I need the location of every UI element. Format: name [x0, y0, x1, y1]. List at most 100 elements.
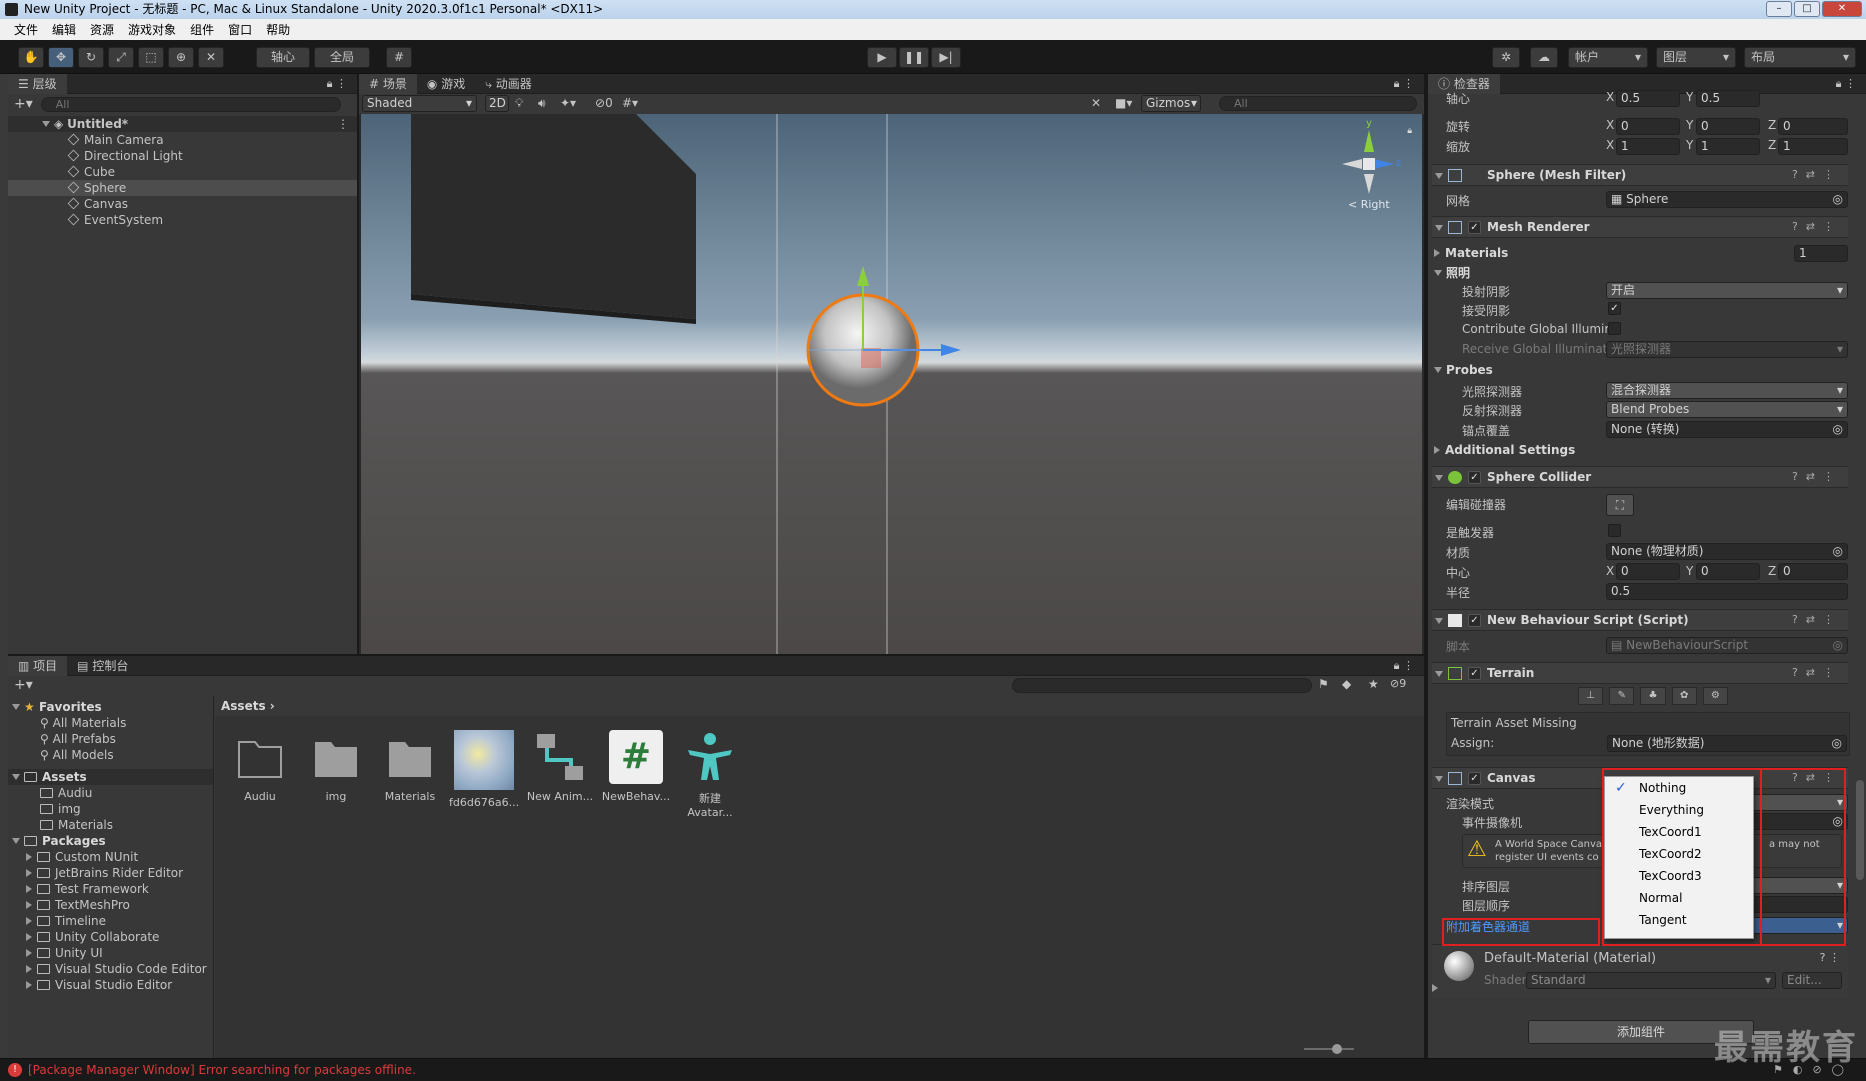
hierarchy-search-input[interactable]	[40, 96, 341, 112]
create-add-icon[interactable]: +▾	[14, 96, 33, 112]
tab-console[interactable]: ▤ 控制台	[67, 656, 138, 676]
component-menu-icon[interactable]: ?⇄⋮	[1792, 666, 1842, 679]
rotate-tool-icon[interactable]: ↻	[78, 47, 104, 68]
grid-snap-icon[interactable]: #	[386, 47, 412, 68]
package-item[interactable]: TextMeshPro	[8, 897, 213, 913]
tab-project[interactable]: ▥ 项目	[8, 655, 68, 676]
grid-toggle-icon[interactable]: #▾	[622, 96, 638, 110]
assets-header[interactable]: Assets	[8, 769, 213, 785]
receive-shadows-checkbox[interactable]: ✓	[1608, 302, 1621, 315]
package-item[interactable]: Custom NUnit	[8, 849, 213, 865]
dropdown-option[interactable]: Normal	[1605, 887, 1753, 909]
custom-tool-icon[interactable]: ✕	[198, 47, 224, 68]
dropdown-option[interactable]: Tangent	[1605, 909, 1753, 931]
component-menu-icon[interactable]: ?⇄⋮	[1792, 220, 1842, 233]
favorite-item[interactable]: ⚲ All Materials	[8, 715, 213, 731]
account-dropdown[interactable]: 帐户 ▾	[1568, 47, 1648, 68]
menu-window[interactable]: 窗口	[228, 21, 252, 38]
inspector-scrollbar[interactable]	[1856, 780, 1864, 880]
asset-item[interactable]: 新建 Avatar...	[675, 730, 745, 819]
rotation-x-field[interactable]: 0	[1616, 118, 1680, 135]
assets-folder-item[interactable]: Materials	[8, 817, 213, 833]
package-item[interactable]: JetBrains Rider Editor	[8, 865, 213, 881]
favorite-star-icon[interactable]: ★	[1368, 677, 1379, 691]
audio-toggle-icon[interactable]: 🔊︎	[538, 96, 546, 111]
search-by-type-icon[interactable]: ⚑	[1318, 677, 1329, 691]
center-x-field[interactable]: 0	[1616, 563, 1680, 580]
mesh-renderer-enabled-checkbox[interactable]: ✓	[1468, 221, 1481, 234]
project-create-icon[interactable]: +▾	[14, 677, 33, 693]
dropdown-option[interactable]: Everything	[1605, 799, 1753, 821]
hierarchy-item[interactable]: EventSystem	[8, 212, 357, 228]
search-by-label-icon[interactable]: ◆	[1342, 677, 1351, 691]
layout-dropdown[interactable]: 布局 ▾	[1744, 47, 1856, 68]
move-tool-icon[interactable]: ✥	[48, 47, 74, 68]
rotation-y-field[interactable]: 0	[1696, 118, 1760, 135]
terrain-data-field[interactable]: None (地形数据) ◎	[1607, 735, 1847, 752]
orientation-gizmo[interactable]: y z < Right 🔒︎	[1334, 118, 1412, 212]
material-fold-arrow[interactable]	[1432, 981, 1443, 995]
asset-item[interactable]: Audiu	[225, 730, 295, 803]
menu-help[interactable]: 帮助	[266, 21, 290, 38]
scene-lock-icon[interactable]: 🔒︎ ⋮	[1394, 77, 1414, 91]
transform-tool-icon[interactable]: ⊕	[168, 47, 194, 68]
package-item[interactable]: Visual Studio Code Editor	[8, 961, 213, 977]
package-item[interactable]: Visual Studio Editor	[8, 977, 213, 993]
scale-tool-icon[interactable]: ⤢	[108, 47, 134, 68]
gizmos-dropdown[interactable]: Gizmos ▾	[1141, 95, 1201, 112]
script-enabled-checkbox[interactable]: ✓	[1468, 614, 1481, 627]
tab-animator[interactable]: ⤷ 动画器	[475, 74, 542, 94]
pivot-x-field[interactable]: 0.5	[1616, 90, 1680, 107]
terrain-header[interactable]: ✓ Terrain ?⇄⋮	[1432, 662, 1848, 684]
is-trigger-checkbox[interactable]	[1608, 524, 1621, 537]
dropdown-option[interactable]: TexCoord1	[1605, 821, 1753, 843]
dropdown-option[interactable]: ✓ Nothing	[1605, 777, 1753, 799]
package-item[interactable]: Unity UI	[8, 945, 213, 961]
component-menu-icon[interactable]: ?⇄⋮	[1792, 613, 1842, 626]
terrain-detail-icon[interactable]: ✿	[1671, 687, 1697, 705]
sphere-collider-header[interactable]: ✓ Sphere Collider ?⇄⋮	[1432, 466, 1848, 488]
mesh-field[interactable]: ▦ Sphere ◎	[1606, 191, 1848, 208]
package-item[interactable]: Timeline	[8, 913, 213, 929]
dropdown-option[interactable]: TexCoord2	[1605, 843, 1753, 865]
tools-icon[interactable]: ✕	[1091, 96, 1101, 110]
asset-item[interactable]: img	[301, 730, 371, 803]
menu-gameobject[interactable]: 游戏对象	[128, 21, 176, 38]
favorite-item[interactable]: ⚲ All Models	[8, 747, 213, 763]
component-menu-icon[interactable]: ?⇄⋮	[1792, 168, 1842, 181]
cast-shadows-dropdown[interactable]: 开启 ▾	[1606, 282, 1848, 299]
terrain-enabled-checkbox[interactable]: ✓	[1468, 667, 1481, 680]
effects-toggle-icon[interactable]: ✦▾	[560, 96, 576, 110]
hierarchy-item[interactable]: Canvas	[8, 196, 357, 212]
pivot-toggle[interactable]: 轴心	[256, 47, 310, 68]
mesh-renderer-header[interactable]: ✓ Mesh Renderer ?⇄⋮	[1432, 216, 1848, 238]
menu-edit[interactable]: 编辑	[52, 21, 76, 38]
close-button[interactable]: ✕	[1822, 1, 1862, 17]
favorites-header[interactable]: ★ Favorites	[8, 699, 213, 715]
menu-component[interactable]: 组件	[190, 21, 214, 38]
project-search-input[interactable]	[1012, 678, 1312, 693]
probes-foldout[interactable]: Probes	[1434, 363, 1493, 377]
rect-tool-icon[interactable]: ⬚	[138, 47, 164, 68]
gizmo-lock-icon[interactable]: 🔒︎	[1407, 126, 1412, 136]
zoom-slider[interactable]	[1304, 1044, 1354, 1054]
canvas-enabled-checkbox[interactable]: ✓	[1468, 772, 1481, 785]
hierarchy-item[interactable]: Main Camera	[8, 132, 357, 148]
rotation-z-field[interactable]: 0	[1778, 118, 1848, 135]
scale-y-field[interactable]: 1	[1696, 138, 1760, 155]
hierarchy-item-selected[interactable]: Sphere	[8, 180, 357, 196]
scale-z-field[interactable]: 1	[1778, 138, 1848, 155]
radius-field[interactable]: 0.5	[1606, 583, 1848, 600]
layers-dropdown[interactable]: 图层 ▾	[1656, 47, 1736, 68]
script-component-header[interactable]: ✓ New Behaviour Script (Script) ?⇄⋮	[1432, 609, 1848, 631]
tab-scene[interactable]: # 场景	[359, 73, 417, 94]
lock-icon[interactable]: 🔒︎ ⋮	[327, 77, 347, 91]
hand-tool-icon[interactable]: ✋	[18, 47, 44, 68]
hidden-objects-icon[interactable]: ⊘0	[595, 96, 613, 110]
shading-mode-dropdown[interactable]: Shaded ▾	[362, 95, 477, 112]
terrain-paint-icon[interactable]: ✎	[1609, 687, 1635, 705]
2d-toggle[interactable]: 2D	[485, 95, 509, 112]
cloud-icon[interactable]: ☁	[1530, 47, 1558, 68]
tab-hierarchy[interactable]: ☰ 层级	[8, 73, 67, 94]
assets-folder-item[interactable]: img	[8, 801, 213, 817]
